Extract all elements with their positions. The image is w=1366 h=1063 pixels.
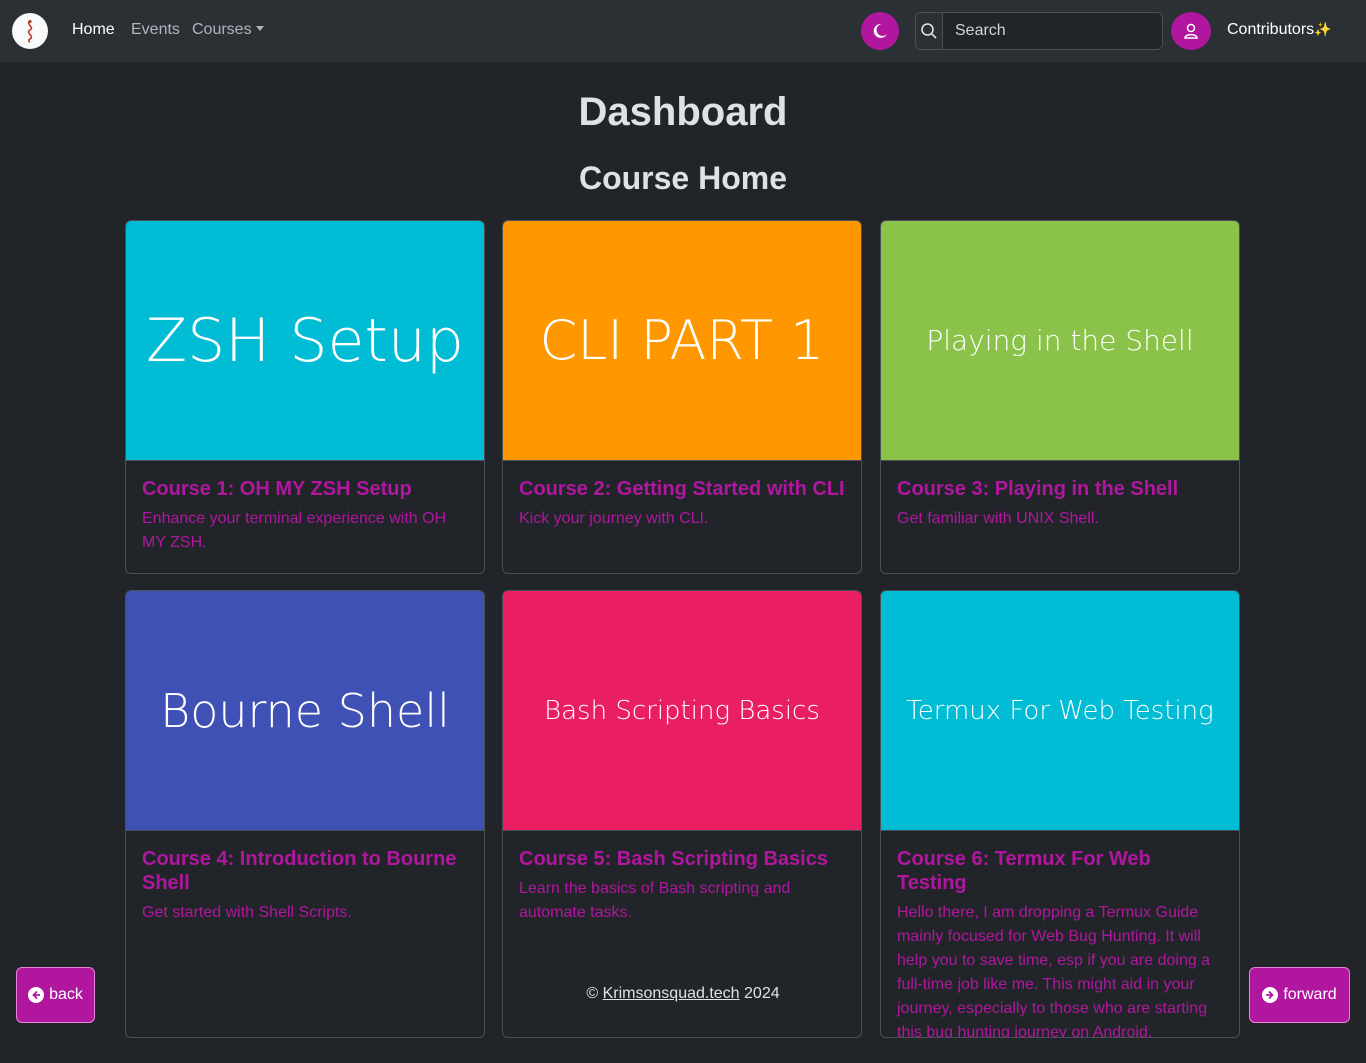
course-title[interactable]: Course 3: Playing in the Shell [897,477,1223,501]
search-input[interactable] [943,13,1162,49]
course-title[interactable]: Course 2: Getting Started with CLI [519,477,845,501]
course-description: Hello there, I am dropping a Termux Guid… [897,904,1211,1038]
course-image[interactable]: Termux For Web Testing [881,591,1239,831]
nav-events-link[interactable]: Events [131,21,180,39]
snake-logo-icon[interactable] [12,13,48,49]
course-title[interactable]: Course 5: Bash Scripting Basics [519,847,845,871]
nav-courses-dropdown[interactable]: Courses [192,21,264,39]
course-description: Get familiar with UNIX Shell. [897,510,1099,527]
course-card: Bash Scripting Basics Course 5: Bash Scr… [502,590,862,1038]
footer: © Krimsonsquad.tech 2024 [503,985,863,1003]
course-card: ZSH Setup Course 1: OH MY ZSH Setup Enha… [125,220,485,574]
top-navbar: Home Events Courses Contributors✨ [0,0,1366,62]
search-icon[interactable] [916,13,943,49]
course-image[interactable]: ZSH Setup [126,221,484,461]
user-icon [1184,23,1198,39]
arrow-left-circle-icon [28,987,45,1003]
page-title: Dashboard [578,90,788,134]
course-card: Bourne Shell Course 4: Introduction to B… [125,590,485,1038]
contributors-link[interactable]: Contributors✨ [1227,21,1332,39]
course-image[interactable]: Bourne Shell [126,591,484,831]
course-card: Termux For Web Testing Course 6: Termux … [880,590,1240,1038]
moon-icon [873,23,887,38]
course-title[interactable]: Course 4: Introduction to Bourne Shell [142,847,468,895]
arrow-right-circle-icon [1262,987,1279,1003]
course-card: Playing in the Shell Course 3: Playing i… [880,220,1240,574]
forward-button-label: forward [1283,986,1337,1003]
course-title[interactable]: Course 6: Termux For Web Testing [897,847,1223,895]
nav-courses-label: Courses [192,21,252,38]
user-account-button[interactable] [1171,12,1211,50]
theme-toggle-button[interactable] [861,12,899,50]
course-image[interactable]: Bash Scripting Basics [503,591,861,831]
contributors-label: Contributors [1227,21,1315,38]
chevron-down-icon [255,26,264,31]
copyright-symbol: © [586,985,599,1002]
back-button-label: back [49,986,83,1003]
nav-home-link[interactable]: Home [72,21,115,39]
footer-site-link[interactable]: Krimsonsquad.tech [603,985,740,1002]
course-image[interactable]: Playing in the Shell [881,221,1239,461]
back-button[interactable]: back [16,967,95,1023]
course-description: Enhance your terminal experience with OH… [142,510,447,551]
course-description: Kick your journey with CLI. [519,510,709,527]
course-card: CLI PART 1 Course 2: Getting Started wit… [502,220,862,574]
section-title: Course Home [578,160,788,196]
course-description: Get started with Shell Scripts. [142,904,352,921]
forward-button[interactable]: forward [1249,967,1350,1023]
course-image[interactable]: CLI PART 1 [503,221,861,461]
copyright-year: 2024 [744,985,780,1002]
search-group [915,12,1163,50]
course-description: Learn the basics of Bash scripting and a… [519,880,791,921]
sparkles-icon: ✨ [1314,21,1332,37]
course-title[interactable]: Course 1: OH MY ZSH Setup [142,477,468,501]
